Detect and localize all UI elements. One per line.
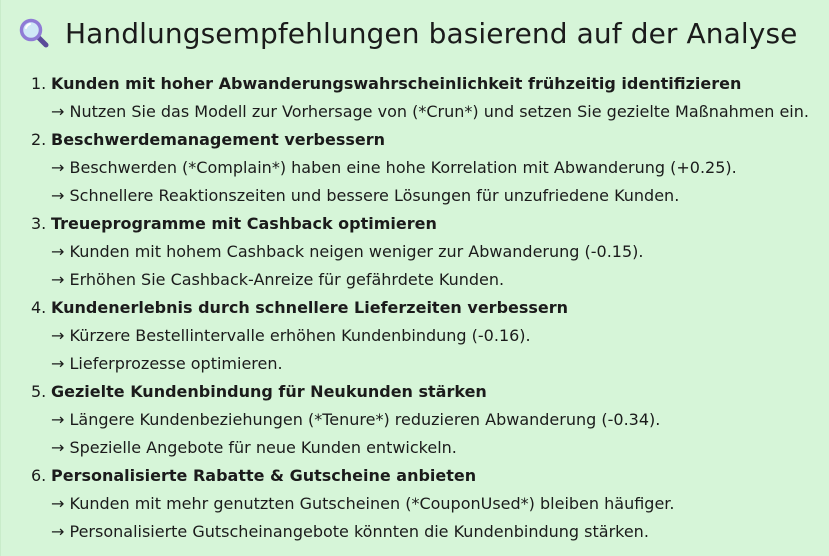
- page-heading: Handlungsempfehlungen basierend auf der …: [19, 12, 797, 54]
- page-title: Handlungsempfehlungen basierend auf der …: [65, 16, 798, 50]
- recommendation-detail: → Erhöhen Sie Cashback-Anreize für gefäh…: [51, 270, 505, 289]
- recommendation-number: 2.: [31, 130, 47, 149]
- recommendation-title: Kunden mit hoher Abwanderungswahrscheinl…: [51, 74, 742, 93]
- recommendation-title: Personalisierte Rabatte & Gutscheine anb…: [51, 466, 477, 485]
- recommendation-detail: → Längere Kundenbeziehungen (*Tenure*) r…: [51, 410, 661, 429]
- recommendation-detail: → Lieferprozesse optimieren.: [51, 354, 283, 373]
- recommendation-detail: → Spezielle Angebote für neue Kunden ent…: [51, 438, 457, 457]
- recommendation-detail: → Nutzen Sie das Modell zur Vorhersage v…: [51, 102, 809, 121]
- recommendation-detail: → Kunden mit hohem Cashback neigen wenig…: [51, 242, 644, 261]
- recommendation-detail: → Kürzere Bestellintervalle erhöhen Kund…: [51, 326, 531, 345]
- recommendation-list: 1. Kunden mit hoher Abwanderungswahrschei…: [31, 70, 809, 546]
- recommendation-heading: 3. Treueprogramme mit Cashback optimieren: [31, 210, 809, 238]
- recommendation-number: 1.: [31, 74, 47, 93]
- recommendation-detail: → Schnellere Reaktionszeiten und bessere…: [51, 186, 680, 205]
- recommendation-item: 1. Kunden mit hoher Abwanderungswahrschei…: [31, 70, 809, 126]
- recommendation-heading: 4. Kundenerlebnis durch schnellere Liefer…: [31, 294, 809, 322]
- recommendation-item: 2. Beschwerdemanagement verbessern → Besch…: [31, 126, 809, 210]
- recommendation-title: Treueprogramme mit Cashback optimieren: [51, 214, 437, 233]
- recommendations-panel: Handlungsempfehlungen basierend auf der …: [0, 0, 829, 556]
- recommendation-number: 5.: [31, 382, 47, 401]
- recommendation-heading: 1. Kunden mit hoher Abwanderungswahrschei…: [31, 70, 809, 98]
- recommendation-number: 6.: [31, 466, 47, 485]
- recommendation-title: Kundenerlebnis durch schnellere Lieferze…: [51, 298, 569, 317]
- recommendation-item: 5. Gezielte Kundenbindung für Neukunden s…: [31, 378, 809, 462]
- recommendation-detail: → Beschwerden (*Complain*) haben eine ho…: [51, 158, 737, 177]
- recommendation-number: 3.: [31, 214, 47, 233]
- recommendation-title: Gezielte Kundenbindung für Neukunden stä…: [51, 382, 487, 401]
- recommendation-item: 4. Kundenerlebnis durch schnellere Liefer…: [31, 294, 809, 378]
- recommendation-number: 4.: [31, 298, 47, 317]
- recommendation-title: Beschwerdemanagement verbessern: [51, 130, 386, 149]
- recommendation-heading: 5. Gezielte Kundenbindung für Neukunden s…: [31, 378, 809, 406]
- recommendation-heading: 2. Beschwerdemanagement verbessern: [31, 126, 809, 154]
- recommendation-detail: → Kunden mit mehr genutzten Gutscheinen …: [51, 494, 675, 513]
- recommendation-item: 3. Treueprogramme mit Cashback optimieren…: [31, 210, 809, 294]
- recommendation-heading: 6. Personalisierte Rabatte & Gutscheine a…: [31, 462, 809, 490]
- recommendation-item: 6. Personalisierte Rabatte & Gutscheine a…: [31, 462, 809, 546]
- recommendation-detail: → Personalisierte Gutscheinangebote könn…: [51, 522, 649, 541]
- magnifying-glass-icon: [19, 18, 49, 48]
